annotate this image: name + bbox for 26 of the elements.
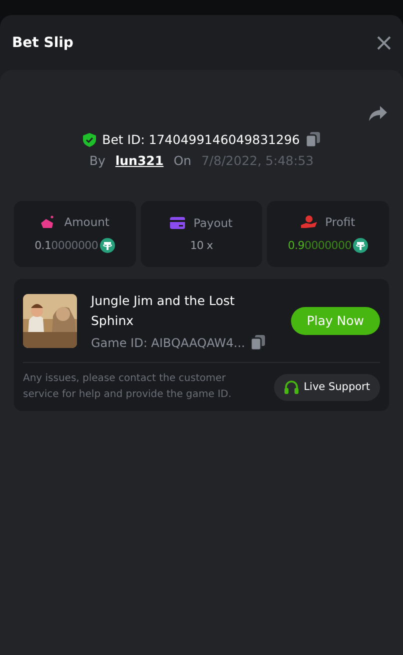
stat-label: Profit (325, 215, 356, 229)
stat-value: 10 x (190, 239, 213, 252)
live-support-button[interactable]: Live Support (274, 374, 380, 400)
stat-value: 0.90000000 (288, 239, 352, 252)
tether-coin-icon (353, 238, 368, 253)
stat-label: Amount (64, 215, 110, 229)
copy-icon[interactable] (306, 132, 320, 147)
bet-id: Bet ID: 1740499146049831296 (102, 132, 300, 147)
stat-value: 0.10000000 (34, 239, 98, 252)
dialog-title: Bet Slip (12, 34, 74, 50)
close-icon[interactable] (377, 36, 391, 50)
on-label: On (174, 153, 192, 168)
stat-label: Payout (193, 216, 233, 230)
share-icon[interactable] (369, 106, 387, 121)
game-id: Game ID: AIBQAAQAW4... (91, 336, 246, 350)
shield-check-icon (83, 132, 96, 146)
support-note: Any issues, please contact the customer service for help and provide the game ID. (23, 372, 232, 402)
hand-coin-icon (301, 215, 318, 229)
copy-icon[interactable] (251, 335, 266, 350)
username-link[interactable]: lun321 (115, 153, 164, 168)
headset-icon (284, 380, 299, 394)
bet-date: 7/8/2022, 5:48:53 (201, 153, 314, 168)
by-label: By (89, 153, 106, 168)
card-icon (170, 217, 186, 229)
game-title: Jungle Jim and the Lost Sphinx (91, 292, 236, 330)
tether-coin-icon (100, 238, 116, 253)
